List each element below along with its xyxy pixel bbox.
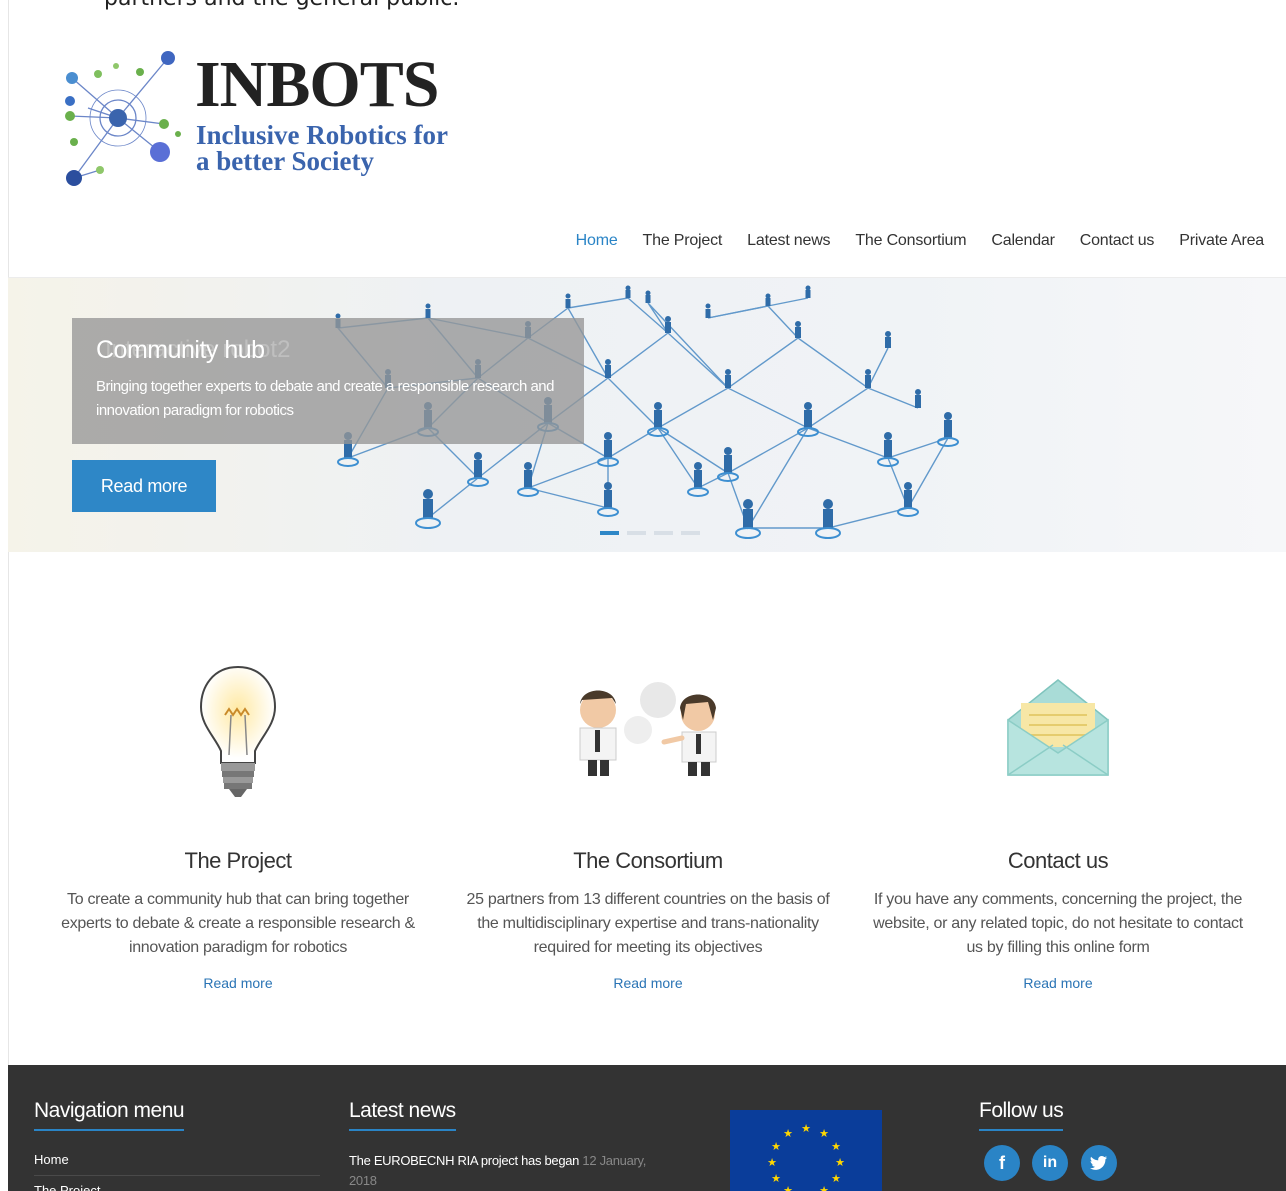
- people-talking-icon: [458, 640, 838, 820]
- svg-text:★: ★: [801, 1122, 811, 1135]
- svg-text:★: ★: [771, 1140, 781, 1153]
- hero-read-more-button[interactable]: Read more: [72, 460, 216, 512]
- svg-text:★: ★: [783, 1127, 793, 1140]
- logo-title: INBOTS: [195, 48, 439, 121]
- feature-title: Contact us: [1007, 848, 1109, 873]
- svg-text:★: ★: [771, 1172, 781, 1185]
- footer-link-home[interactable]: Home: [34, 1152, 69, 1167]
- news-item-title[interactable]: The EUROBECNH RIA project has began: [349, 1153, 579, 1168]
- slide-dot-1[interactable]: [600, 531, 619, 535]
- svg-text:★: ★: [767, 1156, 777, 1169]
- nav-home[interactable]: Home: [576, 232, 618, 250]
- slide-dot-2[interactable]: [627, 531, 646, 535]
- lightbulb-icon: [48, 640, 428, 820]
- logo-subtitle: Inclusive Robotics for a better Society: [196, 120, 448, 176]
- feature-read-more-link[interactable]: Read more: [203, 975, 272, 991]
- svg-text:★: ★: [819, 1127, 829, 1140]
- feature-read-more-link[interactable]: Read more: [1023, 975, 1092, 991]
- nav-latest-news[interactable]: Latest news: [747, 232, 830, 250]
- footer-news-item[interactable]: The EUROBECNH RIA project has began 12 J…: [349, 1151, 649, 1191]
- facebook-icon[interactable]: f: [984, 1145, 1020, 1181]
- footer-news-heading: Latest news: [349, 1099, 456, 1131]
- nav-the-consortium[interactable]: The Consortium: [855, 232, 966, 250]
- feature-text: If you have any comments, concerning the…: [873, 891, 1243, 956]
- svg-text:★: ★: [831, 1172, 841, 1185]
- footer-link-the-project[interactable]: The Project: [34, 1183, 100, 1191]
- top-cut-text: partners and the general public.: [104, 0, 459, 11]
- eu-flag-icon: ★★★ ★★★ ★★★ ★★★: [730, 1110, 882, 1191]
- footer-follow-heading: Follow us: [979, 1099, 1064, 1131]
- linkedin-icon[interactable]: in: [1032, 1145, 1068, 1181]
- svg-text:★: ★: [835, 1156, 845, 1169]
- slide-dot-3[interactable]: [654, 531, 673, 535]
- slider-indicators: [600, 531, 700, 535]
- hero-text: Bringing together experts to debate and …: [96, 378, 555, 419]
- footer: Navigation menu Home The Project Latest …: [8, 1065, 1286, 1191]
- feature-the-project: The Project To create a community hub th…: [48, 640, 428, 993]
- feature-read-more-link[interactable]: Read more: [613, 975, 682, 991]
- svg-text:★: ★: [831, 1140, 841, 1153]
- nav-contact-us[interactable]: Contact us: [1080, 232, 1155, 250]
- envelope-icon: [868, 640, 1248, 820]
- logo-subtitle-line2: a better Society: [196, 146, 374, 176]
- main-nav: Home The Project Latest news The Consort…: [576, 232, 1265, 250]
- feature-contact-us: Contact us If you have any comments, con…: [868, 640, 1248, 993]
- slide-dot-4[interactable]: [681, 531, 700, 535]
- twitter-icon[interactable]: [1081, 1145, 1117, 1181]
- footer-nav-heading: Navigation menu: [34, 1099, 185, 1131]
- nav-the-project[interactable]: The Project: [643, 232, 723, 250]
- svg-text:★: ★: [819, 1184, 829, 1191]
- nav-private-area[interactable]: Private Area: [1179, 232, 1264, 250]
- svg-text:★: ★: [783, 1184, 793, 1191]
- hero-slider: Community hub Bringing together experts …: [8, 278, 1286, 552]
- feature-text: 25 partners from 13 different countries …: [466, 891, 830, 956]
- logo-subtitle-line1: Inclusive Robotics for: [196, 120, 448, 150]
- nav-calendar[interactable]: Calendar: [991, 232, 1055, 250]
- feature-the-consortium: The Consortium 25 partners from 13 diffe…: [458, 640, 838, 993]
- feature-title: The Consortium: [573, 848, 723, 873]
- feature-text: To create a community hub that can bring…: [61, 891, 415, 956]
- feature-title: The Project: [184, 848, 293, 873]
- footer-link-divider: [34, 1175, 320, 1176]
- hero-caption-ghost: Interactive robot2: [105, 336, 291, 363]
